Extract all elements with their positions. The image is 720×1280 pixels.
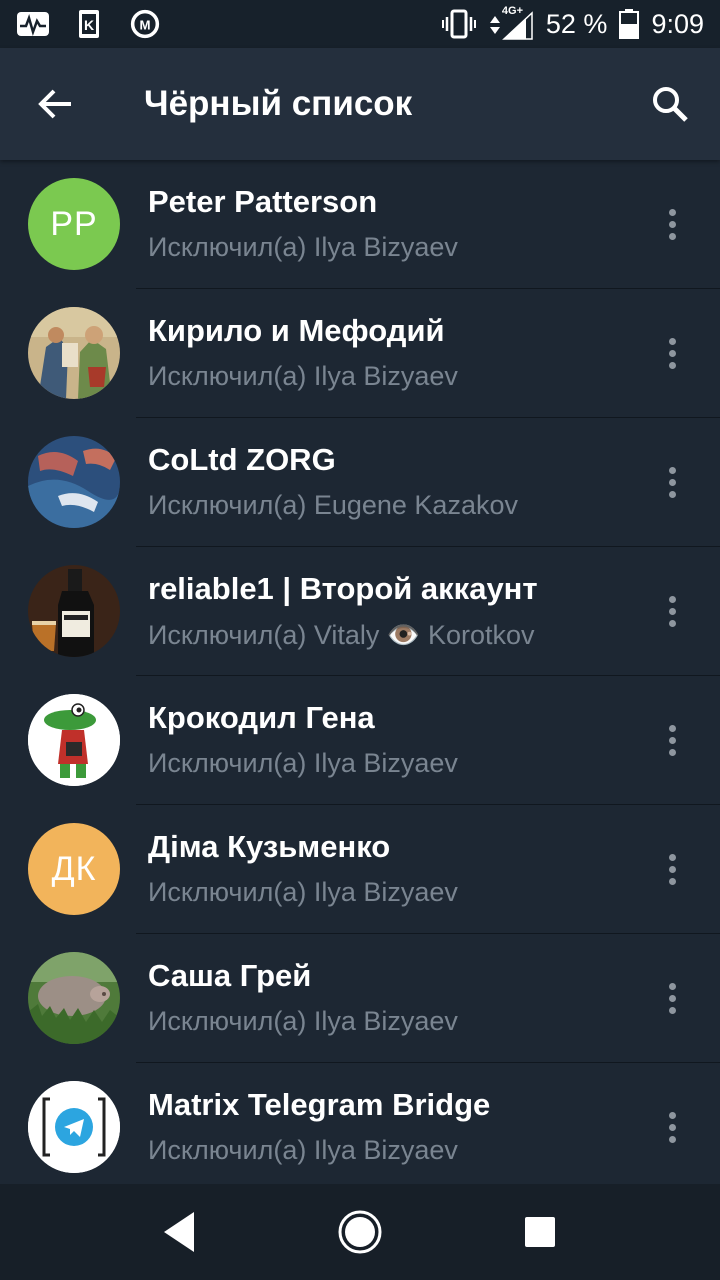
crocodile-cartoon-image — [28, 694, 120, 786]
nav-recents-button[interactable] — [500, 1192, 580, 1272]
nav-back-button[interactable] — [140, 1192, 220, 1272]
blocked-by-text: Исключил(а) Ilya Bizyaev — [148, 1135, 458, 1165]
contact-name: Крокодил Гена — [148, 700, 375, 735]
blocked-by-text: Исключил(а) Ilya Bizyaev — [148, 877, 458, 907]
blocked-by-text: Исключил(а) Ilya Bizyaev — [148, 748, 458, 778]
list-item[interactable]: Крокодил Гена Исключил(а) Ilya Bizyaev — [0, 676, 720, 805]
contact-name: Діма Кузьменко — [148, 829, 391, 864]
nav-home-button[interactable] — [320, 1192, 400, 1272]
m-circle-icon: M — [130, 9, 160, 39]
more-vert-icon — [668, 466, 676, 498]
blocked-by-text: Исключил(а) Ilya Bizyaev — [148, 361, 458, 391]
more-vert-icon — [668, 208, 676, 240]
contact-name: reliable1 | Второй аккаунт — [148, 571, 538, 606]
vibrate-icon — [441, 9, 476, 39]
more-options-button[interactable] — [644, 321, 700, 385]
blocked-by-text: Исключил(а) Ilya Bizyaev — [148, 1006, 458, 1036]
more-options-button[interactable] — [644, 708, 700, 772]
more-vert-icon — [668, 853, 676, 885]
avatar — [28, 436, 120, 528]
contact-name: Peter Patterson — [148, 184, 378, 219]
avatar: PP — [28, 178, 120, 270]
battery-icon — [619, 9, 640, 39]
avatar — [28, 565, 120, 657]
contact-name: Саша Грей — [148, 958, 312, 993]
more-vert-icon — [668, 1111, 676, 1143]
avatar-initials: ДК — [51, 849, 97, 888]
list-item[interactable]: Matrix Telegram Bridge Исключил(а) Ilya … — [0, 1063, 720, 1184]
list-item[interactable]: CoLtd ZORG Исключил(а) Eugene Kazakov — [0, 418, 720, 547]
arrow-back-icon — [38, 89, 71, 119]
matrix-telegram-logo-icon — [28, 1081, 120, 1173]
more-options-button[interactable] — [644, 837, 700, 901]
hands-fabric-image — [28, 436, 120, 528]
blocked-users-list: PP Peter Patterson Исключил(а) Ilya Bizy… — [0, 160, 720, 1184]
contact-name: Matrix Telegram Bridge — [148, 1087, 491, 1122]
search-button[interactable] — [620, 48, 720, 160]
saints-painting-image — [28, 307, 120, 399]
signal-icon: 4G+ — [488, 5, 534, 41]
avatar-initials: PP — [50, 204, 98, 243]
more-options-button[interactable] — [644, 579, 700, 643]
status-bar: K M 4G+ 52 % 9:09 — [0, 0, 720, 48]
system-nav-bar — [0, 1184, 720, 1280]
clock: 9:09 — [651, 8, 704, 39]
page-title: Чёрный список — [144, 84, 413, 123]
more-options-button[interactable] — [644, 192, 700, 256]
avatar — [28, 694, 120, 786]
contact-name: CoLtd ZORG — [148, 442, 336, 477]
nav-back-icon — [164, 1212, 194, 1252]
nav-recents-icon — [525, 1217, 555, 1247]
more-vert-icon — [668, 595, 676, 627]
more-options-button[interactable] — [644, 966, 700, 1030]
blocked-by-text: Исключил(а) Vitaly 👁️ Korotkov — [148, 620, 535, 650]
search-icon — [653, 87, 688, 122]
more-options-button[interactable] — [644, 450, 700, 514]
whiskey-bottle-image — [28, 565, 120, 657]
more-vert-icon — [668, 724, 676, 756]
blocked-by-text: Исключил(а) Ilya Bizyaev — [148, 232, 458, 262]
list-item[interactable]: PP Peter Patterson Исключил(а) Ilya Bizy… — [0, 160, 720, 289]
app-bar: Чёрный список — [0, 48, 720, 160]
avatar — [28, 1081, 120, 1173]
k-box-icon: K — [79, 10, 99, 38]
list-item[interactable]: ДК Діма Кузьменко Исключил(а) Ilya Bizya… — [0, 805, 720, 934]
more-vert-icon — [668, 337, 676, 369]
battery-percent: 52 % — [545, 8, 608, 39]
nav-home-icon — [338, 1210, 382, 1254]
list-item[interactable]: reliable1 | Второй аккаунт Исключил(а) V… — [0, 547, 720, 676]
blocked-by-text: Исключил(а) Eugene Kazakov — [148, 490, 518, 520]
activity-icon — [17, 12, 49, 37]
list-item[interactable]: Саша Грей Исключил(а) Ilya Bizyaev — [0, 934, 720, 1063]
pig-in-grass-image — [28, 952, 120, 1044]
avatar: ДК — [28, 823, 120, 915]
more-vert-icon — [668, 982, 676, 1014]
more-options-button[interactable] — [644, 1095, 700, 1159]
contact-name: Кирило и Мефодий — [148, 313, 445, 348]
avatar — [28, 952, 120, 1044]
avatar — [28, 307, 120, 399]
svg-text:K: K — [84, 17, 94, 33]
list-item[interactable]: Кирило и Мефодий Исключил(а) Ilya Bizyae… — [0, 289, 720, 418]
back-button[interactable] — [0, 48, 110, 160]
svg-text:M: M — [139, 17, 150, 32]
